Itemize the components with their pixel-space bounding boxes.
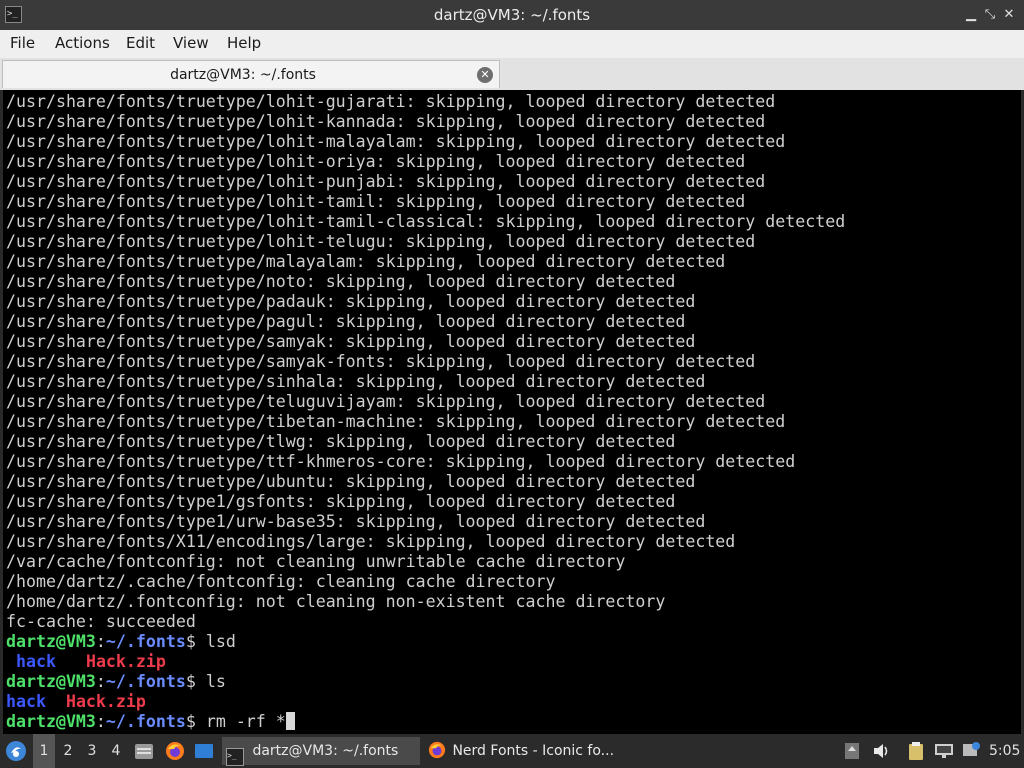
terminal-output-line: /usr/share/fonts/truetype/tlwg: skipping… [6, 432, 676, 451]
terminal-output-line: /usr/share/fonts/truetype/ttf-khmeros-co… [6, 452, 796, 471]
archive-entry: Hack.zip [65, 692, 146, 711]
close-circle-icon[interactable]: ✕ [477, 67, 493, 83]
terminal-output-line: /usr/share/fonts/truetype/lohit-gujarati… [6, 92, 776, 111]
notification-icon[interactable] [961, 741, 981, 761]
archive-entry: Hack.zip [85, 652, 166, 671]
task-firefox[interactable]: Nerd Fonts - Iconic fo... [424, 737, 624, 765]
terminal-output-line: /usr/share/fonts/truetype/lohit-kannada:… [6, 112, 766, 131]
terminal-output-line: /usr/share/fonts/truetype/noto: skipping… [6, 272, 676, 291]
terminal-output-line: /usr/share/fonts/truetype/sinhala: skipp… [6, 372, 706, 391]
close-icon[interactable]: ✕ [999, 0, 1019, 30]
workspace-3[interactable]: 3 [81, 734, 103, 768]
terminal-output-line: /home/dartz/.cache/fontconfig: cleaning … [6, 572, 556, 591]
command-text: ls [205, 672, 226, 691]
clipboard-icon[interactable] [906, 741, 926, 761]
lsd-output-line: hack Hack.zip [6, 652, 166, 672]
terminal-output-line: /usr/share/fonts/truetype/lohit-punjabi:… [6, 172, 766, 191]
terminal-output-line: /usr/share/fonts/truetype/lohit-telugu: … [6, 232, 756, 251]
terminal-output-line: /usr/share/fonts/truetype/lohit-oriya: s… [6, 152, 746, 171]
directory-entry: hack [16, 652, 56, 671]
terminal-output-line: /usr/share/fonts/truetype/malayalam: ski… [6, 252, 726, 271]
prompt-line-lsd: dartz@VM3:~/.fonts$ lsd [6, 632, 236, 651]
terminal-output-line: /usr/share/fonts/truetype/tibetan-machin… [6, 412, 786, 431]
terminal-output-line: /home/dartz/.fontconfig: not cleaning no… [6, 592, 666, 611]
workspace-2[interactable]: 2 [57, 734, 79, 768]
prompt-line-ls: dartz@VM3:~/.fonts$ ls [6, 672, 226, 691]
ls-output-line: hack Hack.zip [6, 692, 146, 712]
task-terminal[interactable]: >_ dartz@VM3: ~/.fonts [222, 737, 420, 766]
window-title: dartz@VM3: ~/.fonts [433, 6, 591, 24]
tab-label: dartz@VM3: ~/.fonts [170, 67, 316, 83]
prompt-line-rm: dartz@VM3:~/.fonts$ rm -rf * [6, 712, 295, 732]
firefox-icon[interactable] [165, 741, 185, 761]
terminal-output-line: /usr/share/fonts/truetype/lohit-tamil: s… [6, 192, 746, 211]
terminal-output-line: /usr/share/fonts/truetype/teluguvijayam:… [6, 392, 766, 411]
start-menu-icon[interactable] [5, 740, 27, 762]
prompt-path: ~/.fonts [105, 632, 186, 651]
command-text: lsd [205, 632, 236, 651]
workspace-4[interactable]: 4 [105, 734, 127, 768]
terminal-output-line: /usr/share/fonts/truetype/padauk: skippi… [6, 292, 696, 311]
task-label: Nerd Fonts - Iconic fo... [452, 743, 615, 759]
menu-edit[interactable]: Edit [126, 30, 155, 58]
terminal-output-line: fc-cache: succeeded [6, 612, 196, 631]
minimize-icon[interactable]: ▁ [961, 0, 981, 30]
prompt-user: dartz@VM3 [6, 632, 96, 651]
network-icon[interactable] [933, 741, 953, 761]
text-cursor [285, 712, 295, 730]
taskbar: 1 2 3 4 >_ dartz@VM3: ~/.fonts Nerd Font… [0, 734, 1024, 768]
menu-view[interactable]: View [173, 30, 209, 58]
terminal-output-line: /usr/share/fonts/type1/urw-base35: skipp… [6, 512, 706, 531]
volume-icon[interactable] [871, 741, 891, 761]
workspace-1[interactable]: 1 [33, 734, 55, 768]
command-text: rm -rf * [205, 712, 286, 731]
terminal-output-line: /usr/share/fonts/truetype/lohit-malayala… [6, 132, 786, 151]
terminal-icon: >_ [226, 748, 244, 766]
terminal-output-line: /usr/share/fonts/truetype/pagul: skippin… [6, 312, 686, 331]
menu-help[interactable]: Help [227, 30, 261, 58]
tab-bar: dartz@VM3: ~/.fonts ✕ [0, 58, 1024, 90]
clock[interactable]: 5:05 [989, 734, 1020, 768]
terminal-output-line: /usr/share/fonts/X11/encodings/large: sk… [6, 532, 736, 551]
terminal-output-line: /usr/share/fonts/truetype/samyak: skippi… [6, 332, 696, 351]
terminal-output-line: /usr/share/fonts/truetype/lohit-tamil-cl… [6, 212, 846, 231]
terminal-output-line: /usr/share/fonts/truetype/samyak-fonts: … [6, 352, 756, 371]
tab-terminal[interactable]: dartz@VM3: ~/.fonts ✕ [2, 60, 500, 88]
menu-bar: File Actions Edit View Help [0, 30, 1024, 59]
task-label: dartz@VM3: ~/.fonts [252, 743, 399, 759]
maximize-icon[interactable]: ⤡ [980, 0, 1000, 30]
terminal-output-line: /var/cache/fontconfig: not cleaning unwr… [6, 552, 626, 571]
window-titlebar[interactable]: >_ dartz@VM3: ~/.fonts ▁ ⤡ ✕ [0, 0, 1024, 30]
terminal-output-line: /usr/share/fonts/truetype/ubuntu: skippi… [6, 472, 696, 491]
terminal-view[interactable]: /usr/share/fonts/truetype/lohit-gujarati… [0, 90, 1024, 734]
file-manager-icon[interactable] [134, 741, 154, 761]
upload-icon[interactable] [843, 741, 863, 761]
desktop-icon[interactable] [194, 741, 214, 761]
terminal-output-line: /usr/share/fonts/type1/gsfonts: skipping… [6, 492, 676, 511]
menu-actions[interactable]: Actions [55, 30, 110, 58]
menu-file[interactable]: File [10, 30, 35, 58]
firefox-icon [428, 741, 446, 759]
directory-entry: hack [6, 692, 46, 711]
